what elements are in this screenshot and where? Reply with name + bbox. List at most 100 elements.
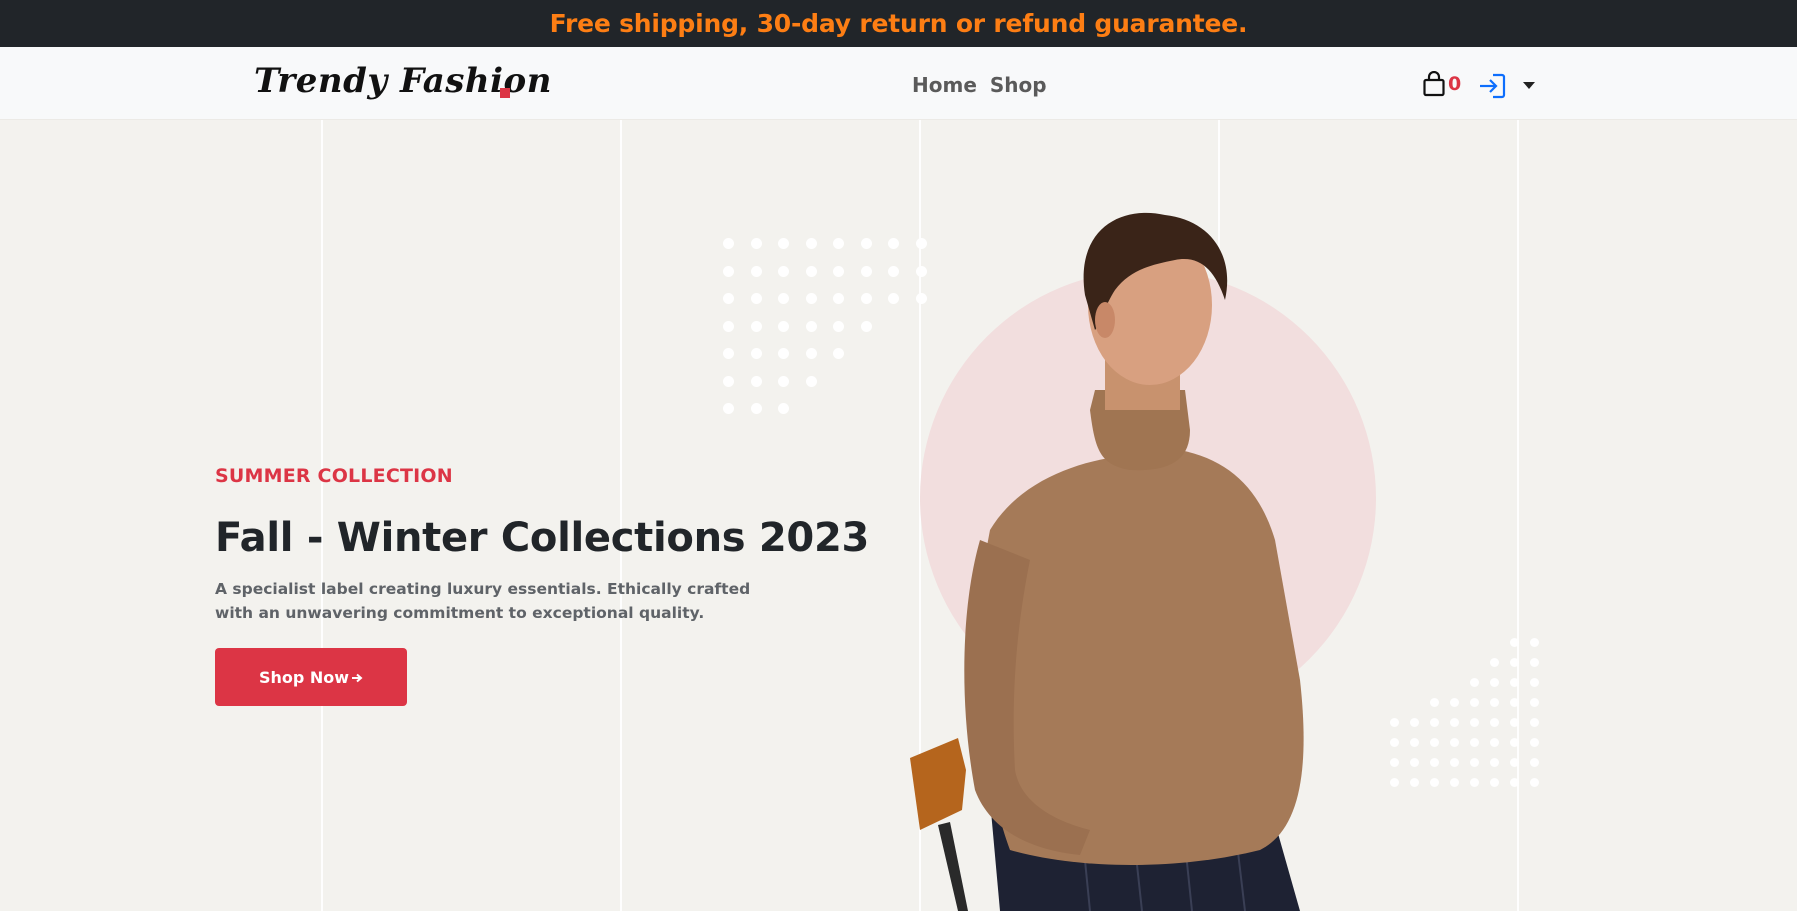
decorative-dot: [805, 238, 817, 249]
decorative-dot: [833, 238, 844, 249]
decorative-dot: [778, 265, 789, 277]
decorative-dot: [750, 320, 762, 332]
decorative-dot: [1530, 718, 1539, 727]
decorative-dot: [778, 238, 789, 249]
decorative-dot: [1410, 738, 1419, 747]
caret-down-icon[interactable]: [1523, 82, 1535, 89]
decorative-dot: [1470, 678, 1479, 687]
decorative-dot: [750, 348, 762, 359]
decorative-dot: [860, 238, 872, 249]
decorative-dot: [1530, 638, 1539, 647]
decorative-dot: [1510, 658, 1519, 667]
decorative-dot: [805, 265, 817, 277]
navbar: Trendy Fashion Home Shop 0: [0, 47, 1797, 120]
decorative-dot: [1450, 758, 1459, 767]
decorative-dot: [1510, 718, 1519, 727]
shop-now-button[interactable]: Shop Now: [215, 648, 407, 706]
decorative-dot: [750, 293, 762, 304]
decorative-dot: [1510, 778, 1519, 787]
decorative-dot: [778, 403, 789, 414]
decorative-dot: [1510, 738, 1519, 747]
hero-description: A specialist label creating luxury essen…: [215, 580, 751, 622]
decorative-dot: [1530, 758, 1539, 767]
decorative-dot: [1410, 758, 1419, 767]
decorative-dot: [1410, 778, 1419, 787]
decorative-dot: [1430, 758, 1439, 767]
hero-model-image: [910, 212, 1304, 911]
decorative-dot: [833, 293, 844, 304]
decorative-dot: [723, 293, 734, 304]
decorative-dot: [723, 403, 734, 414]
decorative-dot: [778, 375, 789, 387]
decorative-dot: [1490, 758, 1499, 767]
decorative-dot: [778, 320, 789, 332]
hero-title: Fall - Winter Collections 2023: [215, 515, 870, 561]
decorative-dot: [750, 265, 762, 277]
decorative-dot: [833, 348, 844, 359]
nav-link-home[interactable]: Home: [912, 73, 977, 97]
decorative-dot: [1450, 738, 1459, 747]
hero-section: SUMMER COLLECTION Fall - Winter Collecti…: [0, 120, 1797, 911]
decorative-dot: [723, 375, 734, 387]
decorative-dot: [1430, 738, 1439, 747]
decorative-dot: [778, 293, 789, 304]
decorative-dot: [1470, 718, 1479, 727]
announcement-bar: Free shipping, 30-day return or refund g…: [0, 0, 1797, 47]
decorative-dot: [1510, 638, 1519, 647]
decorative-dot: [723, 348, 734, 359]
decorative-dot: [833, 320, 844, 332]
decorative-dot: [723, 238, 734, 249]
decorative-dot: [805, 375, 817, 387]
nav-link-shop[interactable]: Shop: [990, 73, 1047, 97]
decorative-dot: [1530, 778, 1539, 787]
decorative-dot: [860, 265, 872, 277]
brand-dot: [500, 88, 510, 98]
decorative-dot: [805, 293, 817, 304]
decorative-dot: [1410, 718, 1419, 727]
nav-links: Home Shop: [912, 73, 1047, 97]
login-icon[interactable]: [1478, 73, 1506, 103]
decorative-dot: [1530, 698, 1539, 707]
decorative-dot: [1470, 778, 1479, 787]
hero-eyebrow: SUMMER COLLECTION: [215, 465, 453, 487]
decorative-dot: [833, 265, 844, 277]
decorative-dot: [1510, 678, 1519, 687]
decorative-dot: [1470, 758, 1479, 767]
decorative-dot: [860, 293, 872, 304]
decorative-dot: [1470, 738, 1479, 747]
decorative-dot: [1450, 698, 1459, 707]
decorative-dot: [1450, 718, 1459, 727]
decorative-dot: [1490, 658, 1499, 667]
decorative-dot: [1490, 718, 1499, 727]
decorative-dot: [723, 265, 734, 277]
decorative-dot: [1530, 658, 1539, 667]
decorative-dot: [778, 348, 789, 359]
decorative-dot: [750, 403, 762, 414]
decorative-dot: [1490, 778, 1499, 787]
grid-line: [1517, 120, 1519, 911]
cart-count: 0: [1448, 73, 1462, 95]
shop-now-label: Shop Now: [258, 667, 350, 687]
decorative-dot: [750, 238, 762, 249]
decorative-dot: [1510, 758, 1519, 767]
decorative-dot: [805, 320, 817, 332]
decorative-dot: [1470, 698, 1479, 707]
decorative-dot: [1430, 698, 1439, 707]
decorative-dot: [1490, 678, 1499, 687]
decorative-dot: [805, 348, 817, 359]
decorative-dot: [723, 320, 734, 332]
decorative-dot: [1490, 698, 1499, 707]
decorative-dot: [860, 320, 872, 332]
decorative-dot: [1490, 738, 1499, 747]
shopping-bag-icon: [1423, 71, 1445, 97]
cart-button[interactable]: 0: [1422, 71, 1461, 97]
decorative-dot: [1530, 678, 1539, 687]
decorative-dot: [750, 375, 762, 387]
decorative-dot: [1430, 778, 1439, 787]
announcement-text: Free shipping, 30-day return or refund g…: [549, 9, 1248, 38]
arrow-right-icon: [351, 668, 363, 687]
decorative-dot: [1450, 778, 1459, 787]
decorative-dot: [1430, 718, 1439, 727]
decorative-dot: [1530, 738, 1539, 747]
decorative-dot: [1510, 698, 1519, 707]
